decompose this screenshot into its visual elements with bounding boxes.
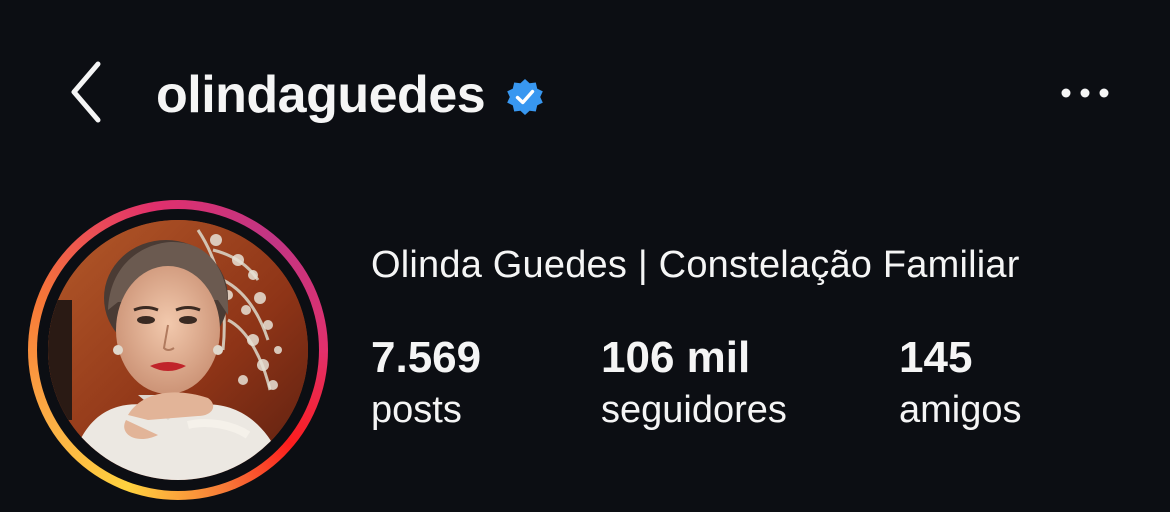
followers-count[interactable]: 106 mil seguidores: [601, 332, 787, 436]
friends-value: 145: [899, 333, 973, 382]
verified-badge-icon: [507, 79, 543, 115]
followers-label: seguidores: [601, 389, 787, 431]
posts-count[interactable]: 7.569 posts: [371, 332, 481, 436]
profile-screen: olindaguedes Olinda Guedes | Constelação…: [0, 0, 1170, 512]
avatar: [48, 220, 308, 480]
friends-count[interactable]: 145 amigos: [899, 332, 1022, 436]
friends-label: amigos: [899, 389, 1022, 431]
profile-photo: [48, 220, 308, 480]
posts-value: 7.569: [371, 333, 482, 382]
profile-full-name: Olinda Guedes | Constelação Familiar: [371, 244, 1020, 286]
username: olindaguedes: [156, 66, 486, 124]
more-horizontal-icon: [1061, 88, 1109, 98]
posts-label: posts: [371, 389, 462, 431]
followers-value: 106 mil: [601, 333, 751, 382]
header-title: olindaguedes: [156, 60, 545, 130]
chevron-left-icon: [71, 61, 101, 123]
avatar-story-ring[interactable]: [28, 200, 328, 500]
more-options-button[interactable]: [1050, 68, 1120, 118]
back-button[interactable]: [56, 56, 116, 128]
